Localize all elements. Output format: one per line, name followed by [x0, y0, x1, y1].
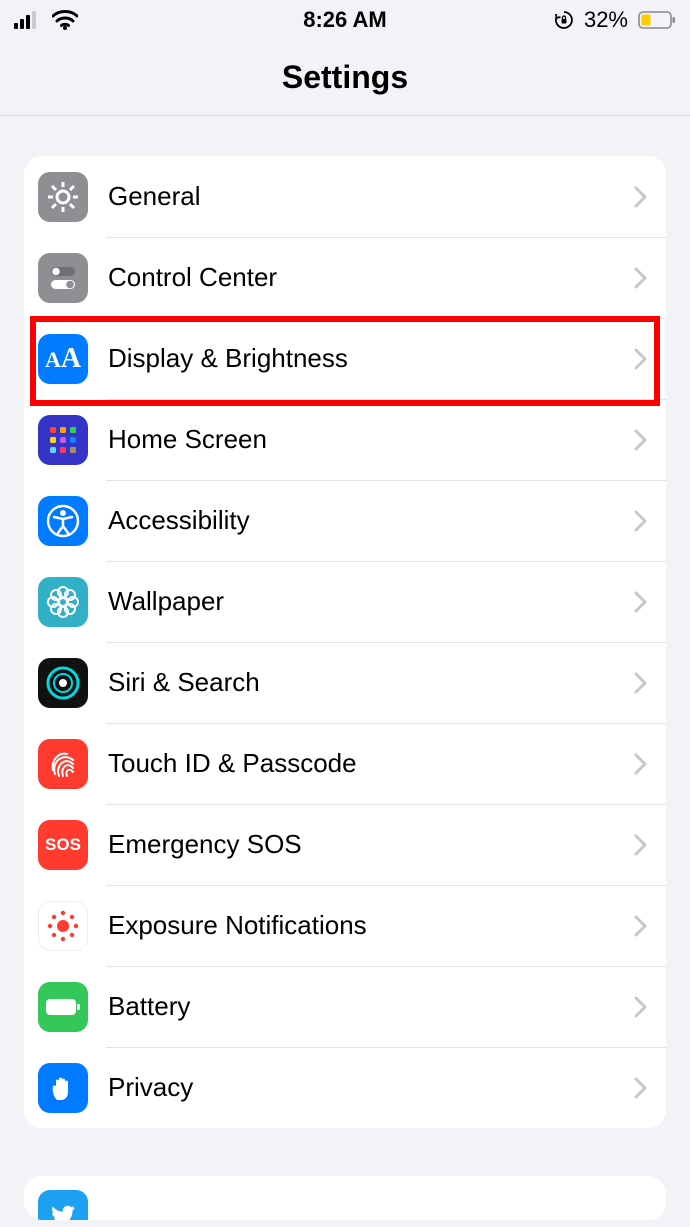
row-label: Wallpaper [108, 586, 634, 617]
row-exposure-notifications[interactable]: Exposure Notifications [24, 885, 666, 966]
battery-icon [638, 11, 676, 29]
app-icon [38, 1190, 88, 1220]
row-home-screen[interactable]: Home Screen [24, 399, 666, 480]
row-control-center[interactable]: Control Center [24, 237, 666, 318]
row-label: Siri & Search [108, 667, 634, 698]
row-emergency-sos[interactable]: SOS Emergency SOS [24, 804, 666, 885]
orientation-lock-icon [554, 10, 574, 30]
row-label: Accessibility [108, 505, 634, 536]
battery-percent: 32% [584, 7, 628, 33]
chevron-right-icon [634, 348, 648, 370]
row-privacy[interactable]: Privacy [24, 1047, 666, 1128]
toggles-icon [38, 253, 88, 303]
row-app-peek[interactable] [24, 1176, 666, 1220]
sos-icon: SOS [38, 820, 88, 870]
row-wallpaper[interactable]: Wallpaper [24, 561, 666, 642]
row-label: Privacy [108, 1072, 634, 1103]
home-grid-icon [38, 415, 88, 465]
row-label: Control Center [108, 262, 634, 293]
page-title: Settings [282, 59, 408, 96]
row-siri-search[interactable]: Siri & Search [24, 642, 666, 723]
gear-icon [38, 172, 88, 222]
row-label: Battery [108, 991, 634, 1022]
settings-group: General Control Center AA [24, 156, 666, 1128]
row-label: Exposure Notifications [108, 910, 634, 941]
flower-icon [38, 577, 88, 627]
row-label: Emergency SOS [108, 829, 634, 860]
chevron-right-icon [634, 591, 648, 613]
exposure-icon [38, 901, 88, 951]
row-display-brightness[interactable]: AA Display & Brightness [24, 318, 666, 399]
row-label: Display & Brightness [108, 343, 634, 374]
hand-icon [38, 1063, 88, 1113]
accessibility-icon [38, 496, 88, 546]
chevron-right-icon [634, 753, 648, 775]
chevron-right-icon [634, 510, 648, 532]
battery-full-icon [38, 982, 88, 1032]
fingerprint-icon [38, 739, 88, 789]
chevron-right-icon [634, 834, 648, 856]
chevron-right-icon [634, 267, 648, 289]
row-touchid-passcode[interactable]: Touch ID & Passcode [24, 723, 666, 804]
row-label: Home Screen [108, 424, 634, 455]
cellular-icon [14, 11, 42, 29]
nav-bar: Settings [0, 40, 690, 116]
siri-icon [38, 658, 88, 708]
chevron-right-icon [634, 915, 648, 937]
chevron-right-icon [634, 186, 648, 208]
status-bar: 8:26 AM 32% [0, 0, 690, 40]
chevron-right-icon [634, 996, 648, 1018]
text-size-icon: AA [38, 334, 88, 384]
row-label: General [108, 181, 634, 212]
row-accessibility[interactable]: Accessibility [24, 480, 666, 561]
row-battery[interactable]: Battery [24, 966, 666, 1047]
chevron-right-icon [634, 429, 648, 451]
row-label: Touch ID & Passcode [108, 748, 634, 779]
settings-group-next [24, 1176, 666, 1220]
row-general[interactable]: General [24, 156, 666, 237]
chevron-right-icon [634, 672, 648, 694]
wifi-icon [52, 10, 78, 30]
chevron-right-icon [634, 1077, 648, 1099]
